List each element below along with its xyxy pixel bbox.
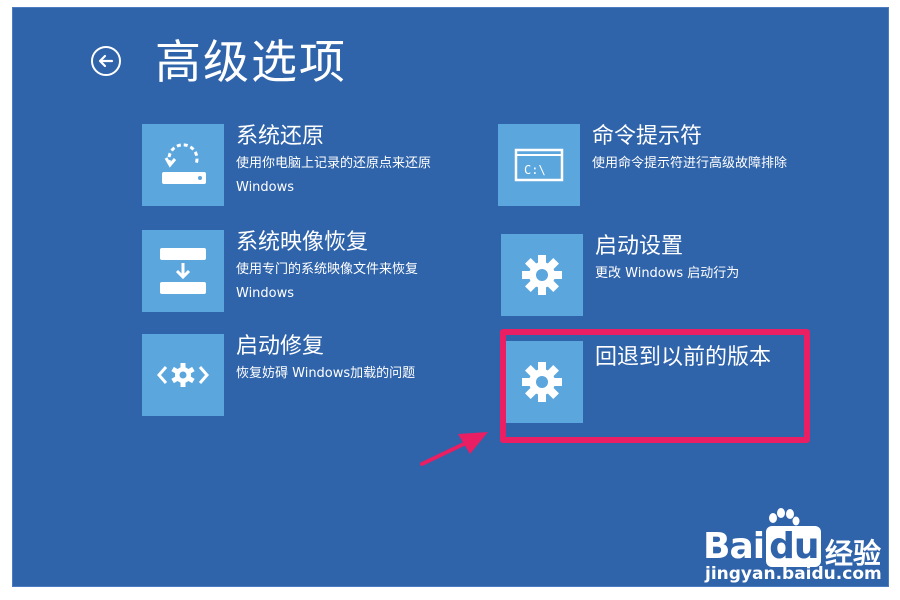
back-button[interactable] [91, 46, 121, 76]
option-description: 恢复妨碍 Windows加载的问题 [236, 366, 416, 381]
option-description: 使用命令提示符进行高级故障排除 [592, 156, 788, 171]
system-restore-tile [142, 124, 224, 206]
option-system-image-recovery[interactable]: 系统映像恢复 使用专门的系统映像文件来恢复 Windows [142, 230, 482, 312]
option-label: 系统还原 [236, 124, 325, 149]
option-label: 启动设置 [595, 234, 684, 259]
option-label: 启动修复 [236, 334, 325, 359]
option-text: 系统还原 使用你电脑上记录的还原点来还原 Windows [236, 124, 496, 200]
option-label: 命令提示符 [592, 124, 703, 149]
startup-repair-tile [142, 334, 224, 416]
command-prompt-tile: C:\ [498, 124, 580, 206]
page-title: 高级选项 [155, 35, 347, 89]
back-arrow-icon [98, 54, 114, 68]
system-image-recovery-icon [160, 248, 206, 294]
startup-settings-tile [501, 234, 583, 316]
option-text: 系统映像恢复 使用专门的系统映像文件来恢复 Windows [236, 230, 496, 306]
startup-repair-icon [157, 363, 209, 387]
highlight-box [500, 329, 810, 443]
pointer-arrow-icon [420, 432, 488, 466]
option-text: 启动设置 更改 Windows 启动行为 [595, 234, 855, 286]
option-text: 命令提示符 使用命令提示符进行高级故障排除 [592, 124, 852, 176]
option-description: 使用专门的系统映像文件来恢复 Windows [236, 262, 419, 301]
option-command-prompt[interactable]: C:\ 命令提示符 使用命令提示符进行高级故障排除 [498, 124, 838, 206]
option-description: 使用你电脑上记录的还原点来还原 Windows [236, 156, 432, 195]
option-startup-repair[interactable]: 启动修复 恢复妨碍 Windows加载的问题 [142, 334, 482, 416]
option-label: 系统映像恢复 [236, 230, 369, 255]
command-prompt-icon: C:\ [514, 148, 564, 182]
option-text: 启动修复 恢复妨碍 Windows加载的问题 [236, 334, 496, 386]
system-restore-icon [162, 143, 206, 184]
option-system-restore[interactable]: 系统还原 使用你电脑上记录的还原点来还原 Windows [142, 124, 482, 206]
baidu-logo: Bai du [703, 526, 823, 567]
baidu-url: jingyan.baidu.com [705, 564, 882, 584]
advanced-options-screen: 高级选项 系统还原 使用你电脑上记录的还原点来还原 Windows C:\ 命令 [12, 7, 889, 587]
option-description: 更改 Windows 启动行为 [595, 266, 740, 281]
gear-icon [522, 255, 562, 295]
command-prompt-glyph: C:\ [524, 163, 546, 177]
baidu-watermark: Bai du 经验 jingyan.baidu.com [703, 508, 883, 588]
option-startup-settings[interactable]: 启动设置 更改 Windows 启动行为 [501, 234, 841, 316]
system-image-recovery-tile [142, 230, 224, 312]
